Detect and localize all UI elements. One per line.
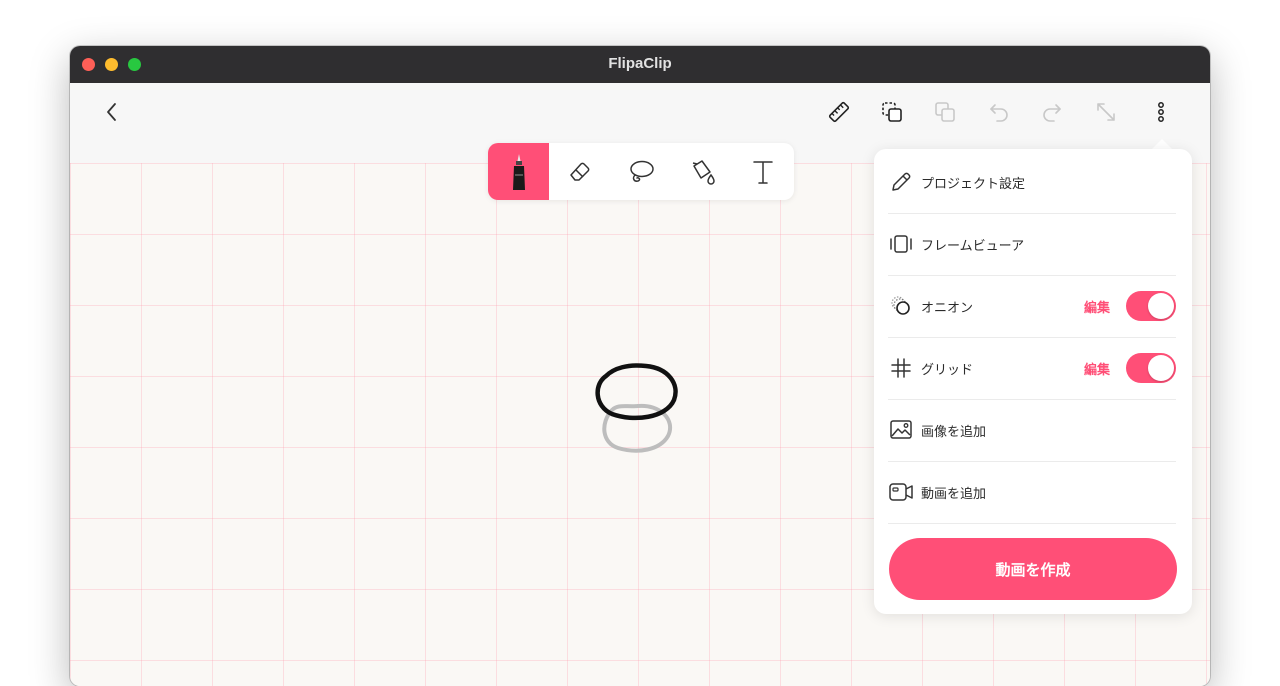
app-window: FlipaClip プロジェクト設定 フレームビューア オニオン 編集 グリッド… [70,46,1210,686]
eraser-icon [569,162,589,181]
image-icon [888,418,914,442]
window-title: FlipaClip [608,55,672,72]
menu-item-label: 画像を追加 [921,425,987,440]
menu-item-label: オニオン [921,301,974,316]
grid-toggle[interactable] [1126,353,1176,383]
frame-viewer-icon [888,232,914,256]
drawing-strokes [595,363,678,453]
transform-icon[interactable] [1091,97,1121,127]
select-duplicate-icon[interactable] [877,97,907,127]
menu-item-label: フレームビューア [921,239,1025,254]
grid-icon [888,356,914,380]
toggle-knob [1148,355,1174,381]
lasso-tool[interactable] [610,143,671,200]
menu-item-onion[interactable]: オニオン 編集 [888,275,1176,338]
grid-edit-link[interactable]: 編集 [1084,359,1110,378]
menu-item-label: グリッド [921,363,974,378]
redo-icon[interactable] [1037,97,1067,127]
title-bar: FlipaClip [70,46,1210,83]
onion-edit-link[interactable]: 編集 [1084,297,1110,316]
menu-item-frame-viewer[interactable]: フレームビューア [888,213,1176,276]
onion-toggle[interactable] [1126,291,1176,321]
ruler-icon[interactable] [824,97,854,127]
fill-bucket-icon [692,159,715,185]
options-menu: プロジェクト設定 フレームビューア オニオン 編集 グリッド 編集 画像を追加 … [874,149,1192,614]
menu-item-add-image[interactable]: 画像を追加 [888,399,1176,462]
undo-icon[interactable] [984,97,1014,127]
menu-item-add-video[interactable]: 動画を追加 [888,461,1176,524]
menu-item-label: プロジェクト設定 [921,177,1026,192]
create-video-button[interactable]: 動画を作成 [889,538,1177,600]
menu-item-project-settings[interactable]: プロジェクト設定 [888,151,1176,214]
copy-icon[interactable] [930,97,960,127]
onion-icon [888,294,914,318]
text-tool[interactable] [732,143,793,200]
pen-icon [512,153,525,190]
toggle-knob [1148,293,1174,319]
more-icon[interactable] [1146,97,1176,127]
back-icon[interactable] [97,97,127,127]
pen-tool[interactable] [488,143,549,200]
fill-tool[interactable] [671,143,732,200]
eraser-tool[interactable] [549,143,610,200]
pencil-icon [888,170,914,194]
tool-palette [488,143,794,200]
menu-item-grid[interactable]: グリッド 編集 [888,337,1176,400]
video-icon [888,480,914,504]
text-icon [752,160,773,184]
lasso-icon [629,160,654,182]
menu-item-label: 動画を追加 [921,487,987,502]
